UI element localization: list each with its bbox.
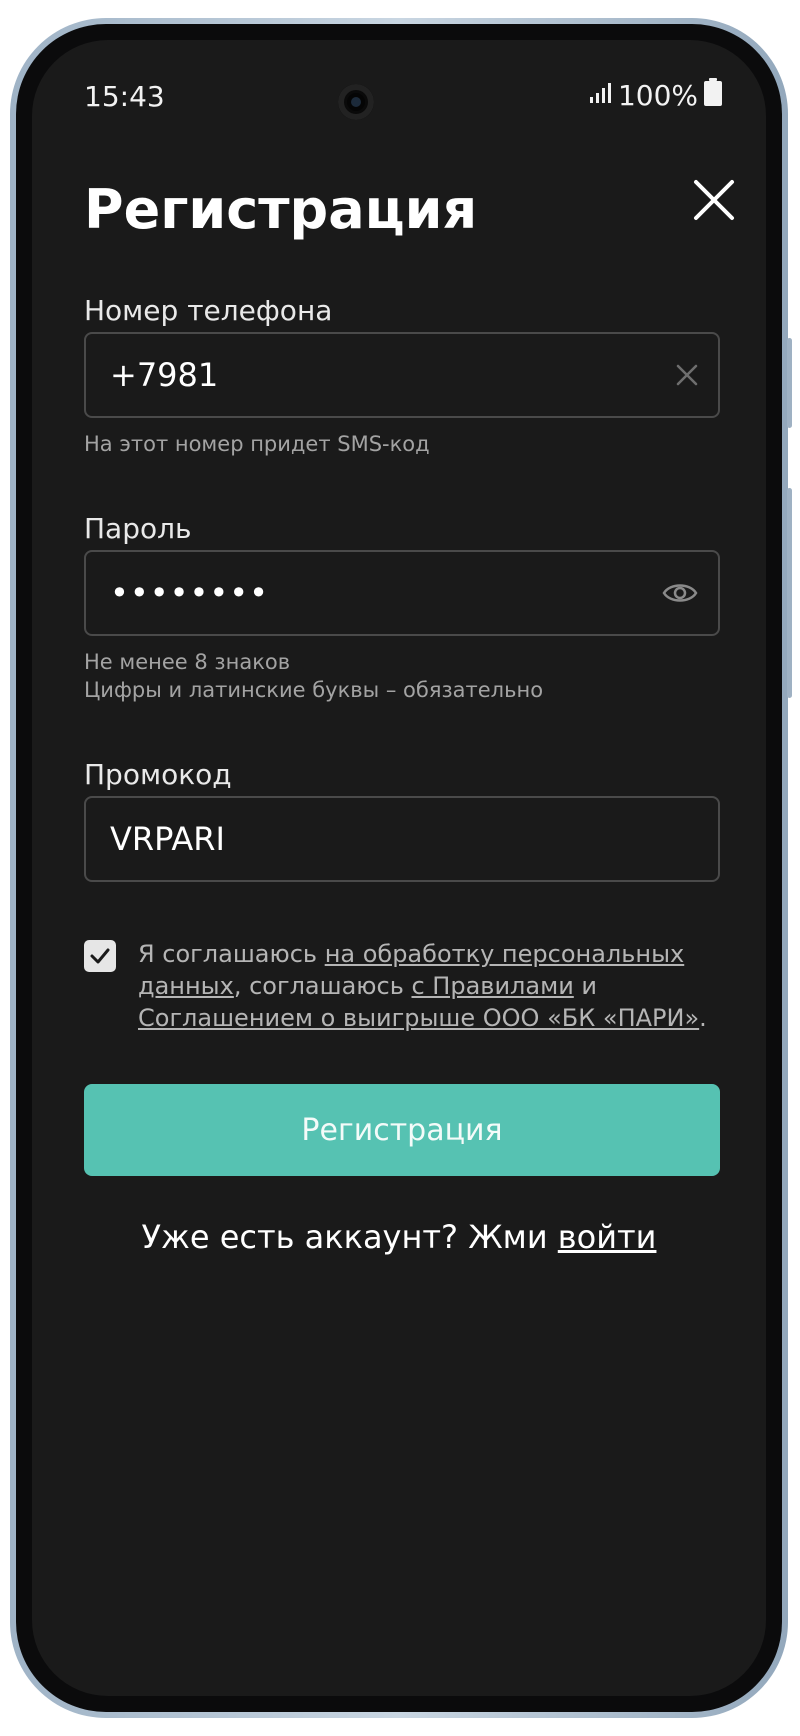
password-helper-length: Не менее 8 знаков	[84, 650, 291, 674]
password-input[interactable]: ••••••••	[84, 550, 720, 636]
consent-text-part: и	[573, 972, 598, 1000]
clear-button[interactable]	[676, 364, 698, 386]
login-prompt: Уже есть аккаунт? Жми войти	[32, 1218, 766, 1256]
battery-percent: 100%	[617, 79, 698, 112]
close-icon	[694, 180, 734, 220]
login-prompt-text: Уже есть аккаунт? Жми	[141, 1218, 558, 1256]
password-input-value: ••••••••	[110, 574, 269, 612]
winnings-agreement-link[interactable]: Соглашением о выигрыше ООО «БК «ПАРИ»	[138, 1004, 699, 1032]
close-button[interactable]	[684, 170, 744, 230]
phone-label: Номер телефона	[84, 294, 333, 327]
register-button[interactable]: Регистрация	[84, 1084, 720, 1176]
eye-icon	[662, 584, 698, 602]
promo-input[interactable]: VRPARI	[84, 796, 720, 882]
phone-helper: На этот номер придет SMS-код	[84, 432, 430, 456]
promo-input-value: VRPARI	[110, 820, 225, 858]
status-bar: 15:43 100%	[32, 40, 766, 150]
volume-button	[787, 338, 792, 428]
consent-text-part: , соглашаюсь	[233, 972, 412, 1000]
login-link[interactable]: войти	[558, 1218, 657, 1256]
consent-text: Я соглашаюсь на обработку персональных д…	[138, 938, 718, 1034]
consent-text-part: .	[699, 1004, 707, 1032]
password-helper-chars: Цифры и латинские буквы – обязательно	[84, 678, 544, 702]
rules-link[interactable]: с Правилами	[411, 972, 573, 1000]
phone-input-value: +7981	[110, 356, 219, 394]
page-title: Регистрация	[84, 178, 478, 241]
password-label: Пароль	[84, 512, 192, 545]
front-camera	[338, 84, 374, 120]
clear-icon	[676, 364, 698, 386]
screen: 15:43 100% Регистрация Номер телефона +7…	[32, 40, 766, 1696]
promo-label: Промокод	[84, 758, 232, 791]
bezel: 15:43 100% Регистрация Номер телефона +7…	[16, 24, 782, 1712]
power-button	[787, 488, 792, 698]
phone-input[interactable]: +7981	[84, 332, 720, 418]
phone-frame: 15:43 100% Регистрация Номер телефона +7…	[10, 18, 792, 1718]
status-indicators: 100%	[588, 78, 722, 113]
battery-icon	[704, 78, 722, 113]
consent-checkbox[interactable]	[84, 940, 116, 972]
check-icon	[90, 948, 110, 964]
consent-text-part: Я соглашаюсь	[138, 940, 325, 968]
password-visibility-toggle[interactable]	[662, 580, 698, 606]
status-time: 15:43	[84, 80, 165, 113]
signal-icon	[588, 79, 612, 112]
